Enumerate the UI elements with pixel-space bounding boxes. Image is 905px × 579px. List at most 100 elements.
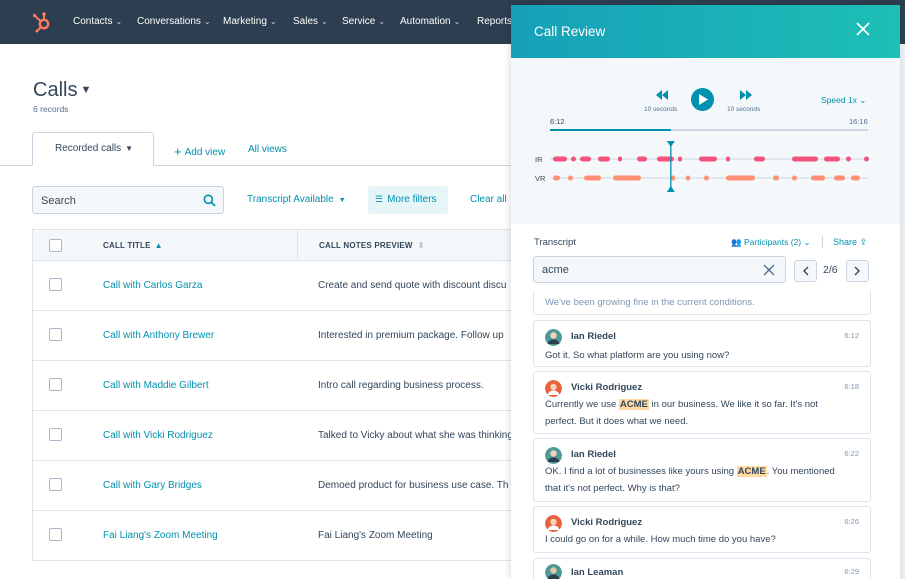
chevron-down-icon: ⌄ [115,17,123,26]
clear-all-button[interactable]: Clear all [470,194,507,205]
transcript-message: We've been growing fine in the current c… [533,291,871,315]
table-row: Call with Anthony Brewer Interested in p… [32,311,512,361]
table-row: Call with Carlos Garza Create and send q… [32,261,512,311]
table-row: Call with Maddie Gilbert Intro call rega… [32,361,512,411]
search-input[interactable]: Search [32,186,224,214]
caret-down-icon: ▼ [80,84,92,96]
row-checkbox[interactable] [49,478,62,491]
rewind-icon[interactable] [656,90,668,100]
transcript-message[interactable]: Ian Riedel 6:22 OK. I find a lot of busi… [533,438,871,502]
table-header: CALL TITLE ▲ CALL NOTES PREVIEW ⇕ [32,229,512,261]
chevron-down-icon: ⌄ [803,237,811,247]
avatar [545,564,562,579]
caret-down-icon: ▼ [338,197,346,204]
chevron-down-icon: ⌄ [321,17,328,26]
previous-match-button[interactable] [794,260,817,282]
playhead-marker[interactable] [666,141,675,192]
nav-service[interactable]: Service ⌄ [342,16,385,27]
nav-marketing[interactable]: Marketing ⌄ [223,16,277,27]
transcript-message[interactable]: Ian Riedel 6:12 Got it. So what platform… [533,320,871,367]
divider [822,236,823,248]
chevron-down-icon: ⌄ [859,95,867,105]
tab-recorded-calls[interactable]: Recorded calls ▼ [32,132,154,166]
message-text: OK. I find a lot of businesses like your… [545,466,835,494]
call-notes-preview: Intro call regarding business process. [318,380,484,391]
next-match-button[interactable] [846,260,869,282]
nav-contacts[interactable]: Contacts ⌄ [73,16,122,27]
close-icon[interactable] [856,22,870,36]
message-timestamp[interactable]: 6:22 [844,449,859,458]
add-view-button[interactable]: + Add view [174,144,225,159]
nav-conversations[interactable]: Conversations ⌄ [137,16,211,27]
play-button[interactable] [691,88,714,111]
call-title-link[interactable]: Call with Anthony Brewer [103,330,214,341]
call-title-link[interactable]: Call with Maddie Gilbert [103,380,209,391]
call-notes-preview: Interested in premium package. Follow up [318,330,504,341]
rewind-label: 10 seconds [644,106,678,113]
row-checkbox[interactable] [49,278,62,291]
row-checkbox[interactable] [49,378,62,391]
row-checkbox[interactable] [49,428,62,441]
more-filters-button[interactable]: ☰ More filters [368,186,448,214]
call-title-link[interactable]: Call with Carlos Garza [103,280,202,291]
clear-search-icon[interactable] [763,264,775,276]
call-title-link[interactable]: Call with Gary Bridges [103,480,202,491]
transcript-message[interactable]: Vicki Rodriguez 6:18 Currently we use AC… [533,371,871,434]
share-button[interactable]: Share ⇪ [833,237,867,248]
all-views-link[interactable]: All views [248,144,287,155]
nav-reports[interactable]: Reports [477,16,512,27]
transcript-message[interactable]: Vicki Rodriguez 6:26 I could go on for a… [533,506,871,553]
row-checkbox[interactable] [49,528,62,541]
message-text: We've been growing fine in the current c… [545,297,755,308]
row-checkbox[interactable] [49,328,62,341]
avatar [545,447,562,464]
total-time: 16:16 [849,117,868,126]
caret-down-icon: ▼ [125,144,134,153]
column-divider[interactable] [297,230,298,260]
fast-forward-icon[interactable] [740,90,752,100]
filter-icon: ☰ [375,194,384,204]
transcript-search-value: acme [542,264,569,276]
speaker-waveform[interactable] [511,128,900,198]
nav-sales[interactable]: Sales ⌄ [293,16,328,27]
message-timestamp[interactable]: 6:18 [844,382,859,391]
speaker-name: Ian Riedel [571,449,616,460]
page-title[interactable]: Calls ▼ [33,79,91,102]
chevron-down-icon: ⌄ [378,17,386,26]
plus-icon: + [174,144,182,159]
call-title-link[interactable]: Call with Vicki Rodriguez [103,430,213,441]
fast-forward-label: 10 seconds [727,106,761,113]
message-text: I could go on for a while. How much time… [545,534,776,545]
vr-speech-segments [553,175,860,181]
speaker-name: Vicki Rodriguez [571,517,643,528]
transcript-search-input[interactable]: acme [533,256,786,283]
transcript-filter-dropdown[interactable]: Transcript Available ▼ [247,194,346,205]
search-highlight: ACME [618,399,649,410]
match-counter: 2/6 [823,264,838,276]
message-text: Currently we use ACME in our business. W… [545,399,818,427]
participants-dropdown[interactable]: 👥 Participants (2) ⌄ [731,237,811,248]
share-icon: ⇪ [859,237,868,247]
message-timestamp[interactable]: 6:12 [844,331,859,340]
column-header-call-notes[interactable]: CALL NOTES PREVIEW ⇕ [319,241,425,250]
search-icon [203,194,216,207]
hubspot-logo-icon[interactable] [31,11,53,33]
transcript-message[interactable]: Ian Leaman 6:29 [533,558,871,579]
message-timestamp[interactable]: 6:29 [844,567,859,576]
column-header-call-title[interactable]: CALL TITLE ▲ [103,241,163,250]
select-all-checkbox[interactable] [49,239,62,252]
speed-dropdown[interactable]: Speed 1x ⌄ [821,95,866,106]
transcript-label: Transcript [534,237,576,248]
chevron-left-icon [803,266,809,276]
call-review-panel: Call Review 10 seconds 10 seconds Speed … [511,5,900,579]
call-notes-preview: Create and send quote with discount disc… [318,280,507,291]
nav-automation[interactable]: Automation ⌄ [400,16,460,27]
audio-player: 10 seconds 10 seconds Speed 1x ⌄ 6:12 16… [511,58,900,224]
speaker-name: Ian Riedel [571,331,616,342]
call-notes-preview: Demoed product for business use case. Th [318,480,509,491]
message-timestamp[interactable]: 6:26 [844,517,859,526]
search-highlight: ACME [736,466,767,477]
avatar [545,329,562,346]
call-title-link[interactable]: Fai Liang's Zoom Meeting [103,530,218,541]
transcript-messages[interactable]: We've been growing fine in the current c… [533,291,871,579]
